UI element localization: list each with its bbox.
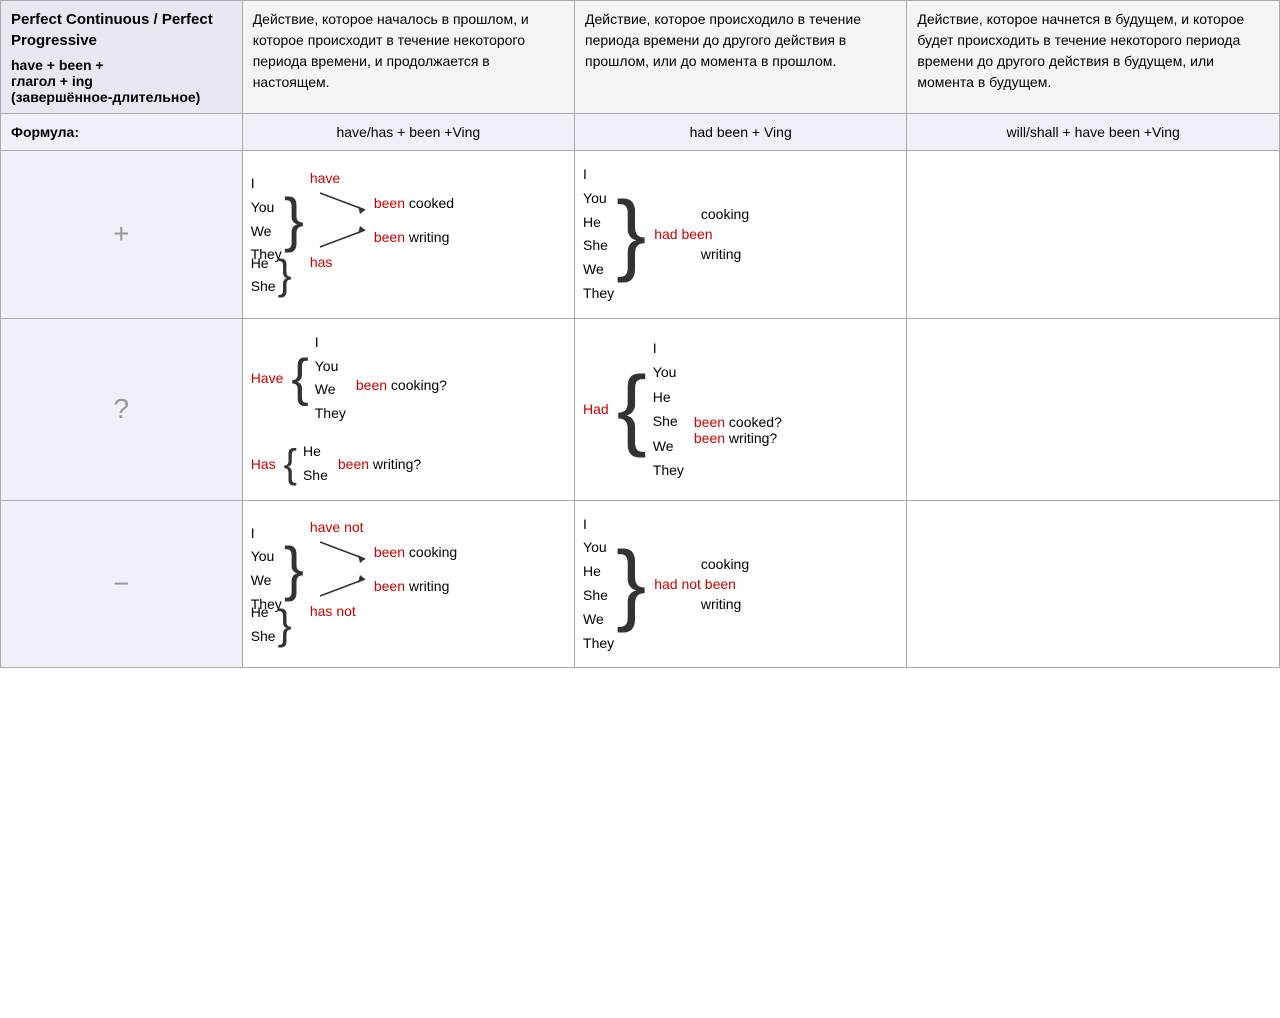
had-verbs: been cooked? been writing?: [694, 372, 782, 446]
present-perfect-continuous-desc: Действие, которое началось в прошлом, и …: [242, 1, 574, 114]
verb-list-positive: been cooked been writing: [374, 195, 454, 245]
formula-past: had been + Ving: [575, 114, 907, 151]
have-pronouns: I You We They: [315, 331, 346, 426]
aux-has: has: [310, 254, 333, 270]
neg-verb-list: been cooking been writing: [374, 544, 457, 594]
formula-future: will/shall + have been +Ving: [907, 114, 1280, 151]
neg-arrow-down: [310, 537, 370, 567]
have-verb: been cooking?: [356, 363, 447, 393]
arrow-up: [310, 222, 370, 252]
present-perfect-question-diagram: Have { I You We They been cooking? Has: [242, 318, 574, 500]
present-perfect-negative-diagram: I You We They } have not has: [242, 500, 574, 668]
past-perfect-positive-diagram: I You He She We They } cooking had been …: [575, 151, 907, 319]
neg-aux-has-not: has not: [310, 603, 356, 619]
past-brace: }: [616, 189, 646, 279]
brace-left-have: {: [291, 352, 308, 404]
neg-past-pronouns: I You He She We They: [583, 513, 614, 656]
past-perfect-continuous-desc: Действие, которое происходило в течение …: [575, 1, 907, 114]
past-perfect-negative-diagram: I You He She We They } cooking had not b…: [575, 500, 907, 668]
brace-right-top: }: [284, 190, 304, 250]
neg-aux-have-not: have not: [310, 519, 364, 535]
pronouns-he-she: He She: [251, 252, 276, 300]
neg-brace-right-top: }: [284, 539, 304, 599]
past-perfect-question-diagram: Had { I You He She We They been cooked? …: [575, 318, 907, 500]
past-pronouns: I You He She We They: [583, 163, 614, 306]
formula-label-cell: Формула:: [1, 114, 243, 151]
past-verbs: cooking had been writing: [654, 206, 749, 262]
have-aux: Have: [251, 370, 284, 386]
tense-name-cell: Perfect Continuous / Perfect Progressive…: [1, 1, 243, 114]
neg-brace-right-bottom: }: [278, 604, 292, 646]
aux-have: have: [310, 170, 340, 186]
has-verb: been writing?: [338, 456, 421, 472]
has-aux: Has: [251, 456, 276, 472]
tense-title: Perfect Continuous / Perfect Progressive: [11, 9, 232, 51]
future-perfect-question-diagram: [907, 318, 1280, 500]
future-perfect-positive-diagram: [907, 151, 1280, 319]
future-perfect-negative-diagram: [907, 500, 1280, 668]
neg-pronouns-he-she: He She: [251, 601, 276, 649]
neg-past-verbs: cooking had not been writing: [654, 556, 749, 612]
neg-past-brace: }: [616, 539, 646, 629]
brace-right-bottom: }: [278, 254, 292, 296]
future-perfect-continuous-desc: Действие, которое начнется в будущем, и …: [907, 1, 1280, 114]
positive-symbol-cell: +: [1, 151, 243, 319]
present-perfect-positive-diagram: I You We They } have: [242, 151, 574, 319]
brace-left-has: {: [284, 444, 297, 484]
has-pronouns: He She: [303, 440, 328, 488]
arrow-down: [310, 188, 370, 218]
negative-symbol-cell: −: [1, 500, 243, 668]
brace-left-had: {: [617, 364, 647, 454]
formula-present: have/has + been +Ving: [242, 114, 574, 151]
neg-arrow-up: [310, 571, 370, 601]
had-aux: Had: [583, 401, 609, 417]
question-symbol-cell: ?: [1, 318, 243, 500]
tense-formula-inline: have + been +глагол + ing(завершённое-дл…: [11, 57, 232, 105]
had-pronouns: I You He She We They: [653, 336, 684, 483]
